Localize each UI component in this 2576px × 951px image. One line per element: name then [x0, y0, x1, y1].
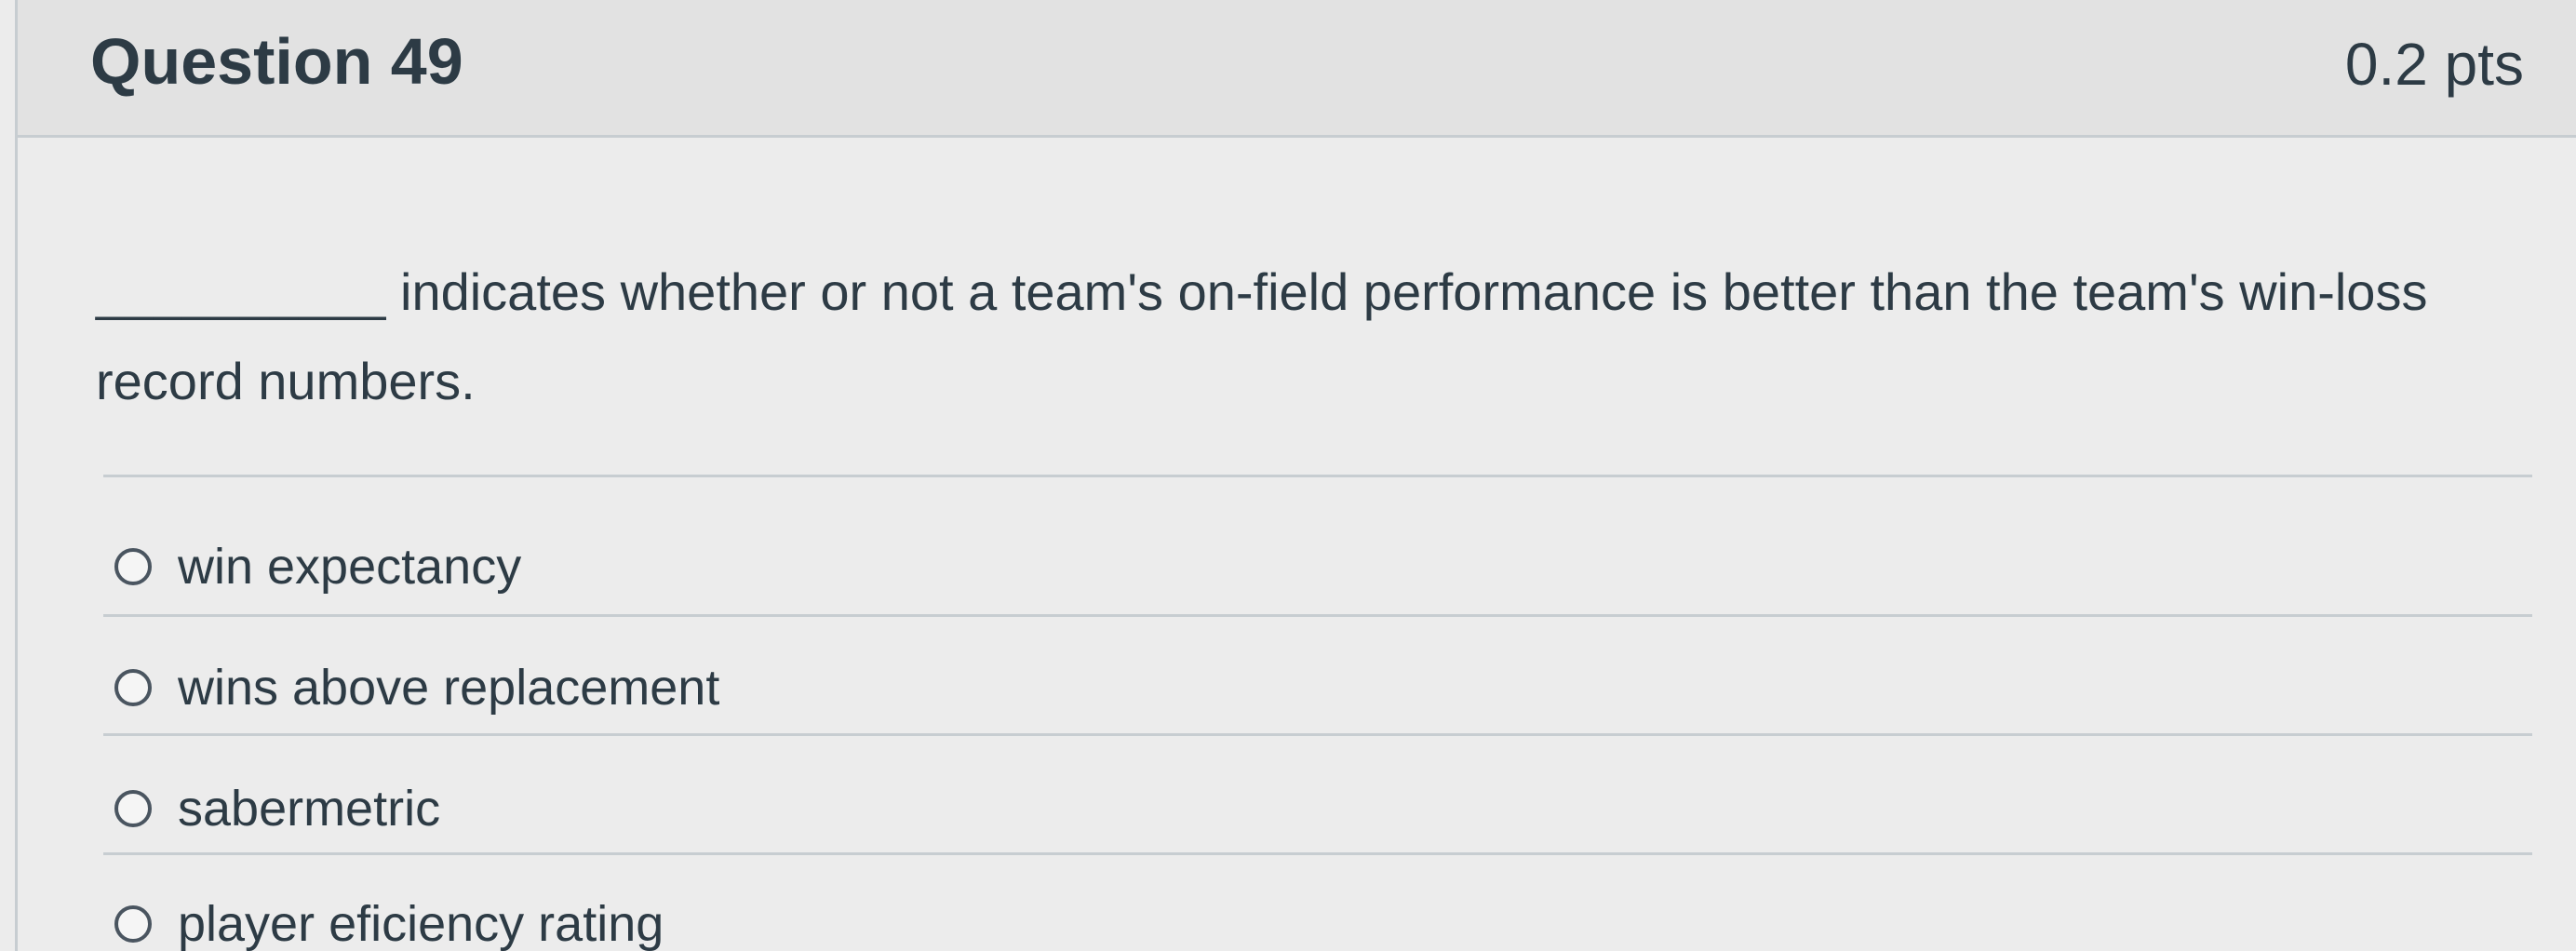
answer-label: player eficiency rating	[178, 896, 664, 951]
question-header: Question 49 0.2 pts	[15, 0, 2576, 138]
answer-option-player-efficiency-rating[interactable]: player eficiency rating	[114, 882, 664, 951]
divider	[103, 475, 2532, 477]
radio-button[interactable]	[114, 548, 152, 585]
radio-button[interactable]	[114, 905, 152, 943]
divider	[103, 614, 2532, 617]
question-title: Question 49	[90, 25, 463, 98]
radio-button[interactable]	[114, 669, 152, 706]
answer-option-sabermetric[interactable]: sabermetric	[114, 767, 440, 851]
quiz-question-page: Question 49 0.2 pts __________ indicates…	[0, 0, 2576, 951]
question-body: __________ indicates whether or not a te…	[15, 138, 2576, 951]
answer-label: wins above replacement	[178, 660, 720, 716]
radio-button[interactable]	[114, 790, 152, 827]
question-text: __________ indicates whether or not a te…	[96, 262, 2428, 410]
divider	[103, 733, 2532, 736]
answer-option-wins-above-replacement[interactable]: wins above replacement	[114, 646, 719, 730]
answer-label: sabermetric	[178, 781, 441, 837]
answer-label: win expectancy	[178, 539, 522, 595]
question-points: 0.2 pts	[2344, 31, 2524, 98]
divider	[103, 852, 2532, 855]
answer-option-win-expectancy[interactable]: win expectancy	[114, 525, 521, 609]
